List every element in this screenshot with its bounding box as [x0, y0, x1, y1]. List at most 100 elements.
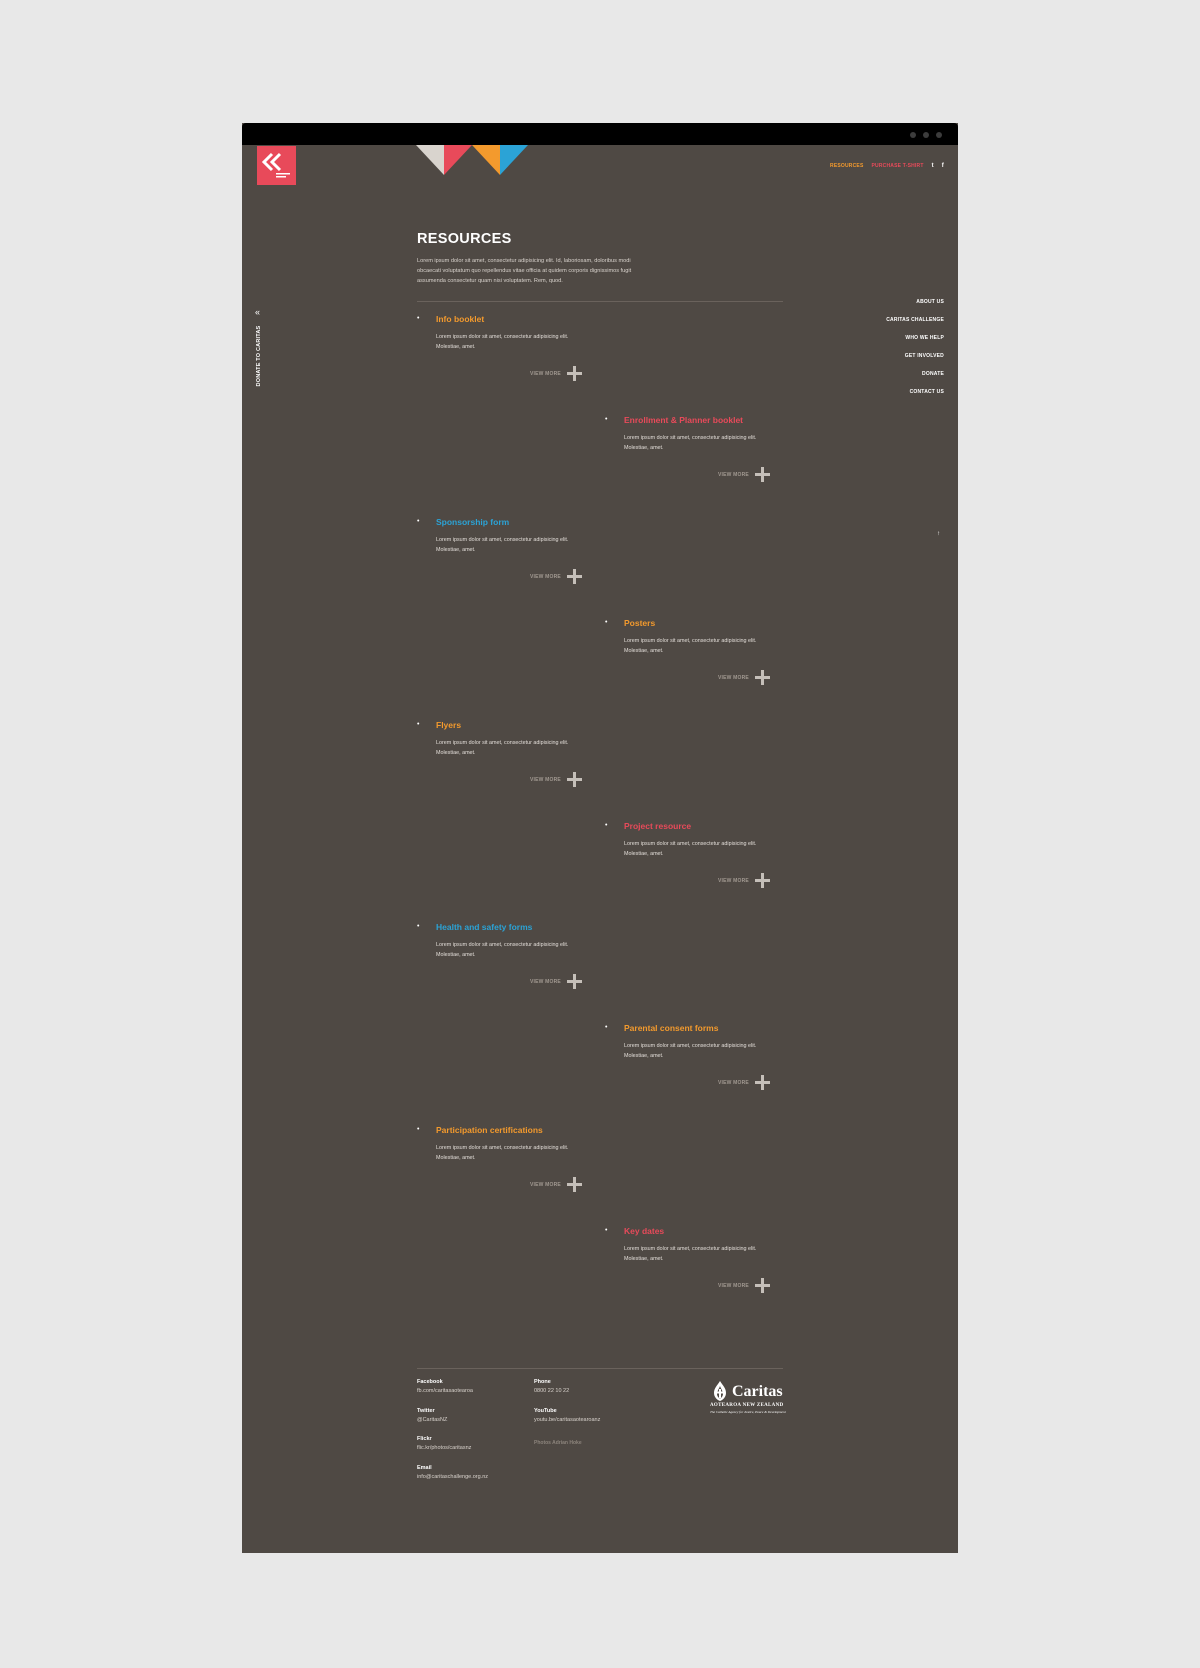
plus-icon [566, 772, 582, 787]
bullet-icon: • [417, 518, 420, 525]
side-nav-caritas-challenge[interactable]: CARITAS CHALLENGE [886, 311, 944, 329]
footer-twitter-link[interactable]: @CaritasNZ [417, 1417, 488, 1423]
resource-title[interactable]: Flyers [436, 720, 596, 730]
side-nav: ABOUT US CARITAS CHALLENGE WHO WE HELP G… [886, 293, 944, 401]
bullet-icon: • [605, 1227, 608, 1234]
top-nav: RESOURCES PURCHASE T-SHIRT t f [830, 163, 944, 169]
resource-item: • Info booklet Lorem ipsum dolor sit ame… [417, 314, 596, 381]
view-more-label: VIEW MORE [718, 877, 749, 884]
view-more-button[interactable]: VIEW MORE [530, 569, 582, 584]
footer-facebook-link[interactable]: fb.com/caritasaotearoa [417, 1388, 488, 1394]
plus-icon [754, 1075, 770, 1090]
resource-item: • Posters Lorem ipsum dolor sit amet, co… [605, 618, 784, 685]
side-nav-contact-us[interactable]: CONTACT US [886, 383, 944, 401]
page-description: Lorem ipsum dolor sit amet, consectetur … [417, 258, 632, 284]
plus-icon [566, 569, 582, 584]
resource-title[interactable]: Participation certifications [436, 1125, 596, 1135]
resource-title[interactable]: Enrollment & Planner booklet [624, 415, 784, 425]
footer-youtube-label: YouTube [534, 1407, 557, 1414]
view-more-button[interactable]: VIEW MORE [530, 1177, 582, 1192]
bullet-icon: • [605, 619, 608, 626]
caritas-flame-icon [714, 1381, 726, 1401]
window-dot-icon[interactable] [936, 132, 942, 138]
footer-flickr-label: Flickr [417, 1436, 432, 1442]
caritas-challenge-logo[interactable] [257, 146, 296, 185]
footer-youtube-link[interactable]: youtu.be/caritasaotearoanz [534, 1417, 600, 1423]
donate-to-caritas-tab[interactable]: « DONATE TO CARITAS [253, 308, 265, 398]
nav-resources-link[interactable]: RESOURCES [830, 163, 863, 169]
chevron-banner-graphic [416, 145, 528, 175]
view-more-label: VIEW MORE [718, 674, 749, 681]
donate-to-caritas-label: DONATE TO CARITAS [256, 325, 262, 387]
resource-title[interactable]: Project resource [624, 821, 784, 831]
plus-icon [566, 1177, 582, 1192]
twitter-icon[interactable]: t [932, 163, 934, 169]
side-nav-about-us[interactable]: ABOUT US [886, 293, 944, 311]
caritas-aotearoa-logo[interactable]: Caritas AOTEAROA NEW ZEALAND The Catholi… [710, 1380, 786, 1416]
photos-credit: Photos Adrian Hoke [534, 1440, 582, 1446]
view-more-label: VIEW MORE [718, 1282, 749, 1289]
view-more-button[interactable]: VIEW MORE [718, 670, 770, 685]
resource-item: • Sponsorship form Lorem ipsum dolor sit… [417, 517, 596, 584]
double-chevron-logo-icon [261, 152, 290, 178]
side-nav-who-we-help[interactable]: WHO WE HELP [886, 329, 944, 347]
resource-item: • Enrollment & Planner booklet Lorem ips… [605, 415, 784, 482]
bullet-icon: • [605, 822, 608, 829]
view-more-button[interactable]: VIEW MORE [530, 366, 582, 381]
plus-icon [566, 366, 582, 381]
resource-description: Lorem ipsum dolor sit amet, consectetur … [624, 435, 757, 451]
view-more-label: VIEW MORE [718, 471, 749, 478]
header-divider [417, 301, 783, 302]
resource-title[interactable]: Key dates [624, 1226, 784, 1236]
resource-item: • Key dates Lorem ipsum dolor sit amet, … [605, 1226, 784, 1293]
resource-description: Lorem ipsum dolor sit amet, consectetur … [624, 841, 757, 857]
view-more-button[interactable]: VIEW MORE [530, 772, 582, 787]
footer-flickr-link[interactable]: flic.kr/photos/caritasnz [417, 1445, 488, 1451]
bullet-icon: • [605, 416, 608, 423]
window-dot-icon[interactable] [923, 132, 929, 138]
resource-description: Lorem ipsum dolor sit amet, consectetur … [624, 638, 757, 654]
caritas-logo-tagline: The Catholic Agency for Justice, Peace &… [710, 1410, 786, 1414]
view-more-label: VIEW MORE [530, 1181, 561, 1188]
resource-title[interactable]: Health and safety forms [436, 922, 596, 932]
side-nav-donate[interactable]: DONATE [886, 365, 944, 383]
caritas-logo-subtitle: AOTEAROA NEW ZEALAND [710, 1403, 784, 1408]
nav-purchase-tshirt-link[interactable]: PURCHASE T-SHIRT [872, 163, 924, 169]
plus-icon [754, 670, 770, 685]
resource-item: • Flyers Lorem ipsum dolor sit amet, con… [417, 720, 596, 787]
view-more-button[interactable]: VIEW MORE [718, 1278, 770, 1293]
footer-email-label: Email [417, 1464, 432, 1471]
resource-description: Lorem ipsum dolor sit amet, consectetur … [436, 334, 569, 350]
footer-phone-value[interactable]: 0800 22 10 22 [534, 1388, 600, 1394]
bullet-icon: • [417, 315, 420, 322]
plus-icon [754, 467, 770, 482]
resource-title[interactable]: Sponsorship form [436, 517, 596, 527]
footer-phone-column: Phone 0800 22 10 22 YouTube youtu.be/carit… [534, 1379, 600, 1436]
resource-title[interactable]: Info booklet [436, 314, 596, 324]
bullet-icon: • [417, 1126, 420, 1133]
view-more-label: VIEW MORE [530, 978, 561, 985]
bullet-icon: • [605, 1024, 608, 1031]
view-more-button[interactable]: VIEW MORE [718, 873, 770, 888]
view-more-button[interactable]: VIEW MORE [718, 1075, 770, 1090]
side-nav-get-involved[interactable]: GET INVOLVED [886, 347, 944, 365]
bullet-icon: • [417, 721, 420, 728]
plus-icon [754, 873, 770, 888]
resource-description: Lorem ipsum dolor sit amet, consectetur … [624, 1246, 757, 1262]
resource-description: Lorem ipsum dolor sit amet, consectetur … [436, 942, 569, 958]
footer-divider [417, 1368, 783, 1369]
resource-title[interactable]: Posters [624, 618, 784, 628]
resource-item: • Participation certifications Lorem ips… [417, 1125, 596, 1192]
resource-title[interactable]: Parental consent forms [624, 1023, 784, 1033]
facebook-icon[interactable]: f [942, 163, 944, 169]
footer-email-link[interactable]: info@caritaschallenge.org.nz [417, 1474, 488, 1480]
plus-icon [566, 974, 582, 989]
footer-contact-column: Facebook fb.com/caritasaotearoa Twitter @C… [417, 1379, 488, 1493]
view-more-button[interactable]: VIEW MORE [718, 467, 770, 482]
resource-item: • Project resource Lorem ipsum dolor sit… [605, 821, 784, 888]
view-more-label: VIEW MORE [530, 776, 561, 783]
back-to-top-arrow-icon[interactable]: ↑ [937, 531, 940, 537]
window-dot-icon[interactable] [910, 132, 916, 138]
view-more-button[interactable]: VIEW MORE [530, 974, 582, 989]
resource-item: • Health and safety forms Lorem ipsum do… [417, 922, 596, 989]
